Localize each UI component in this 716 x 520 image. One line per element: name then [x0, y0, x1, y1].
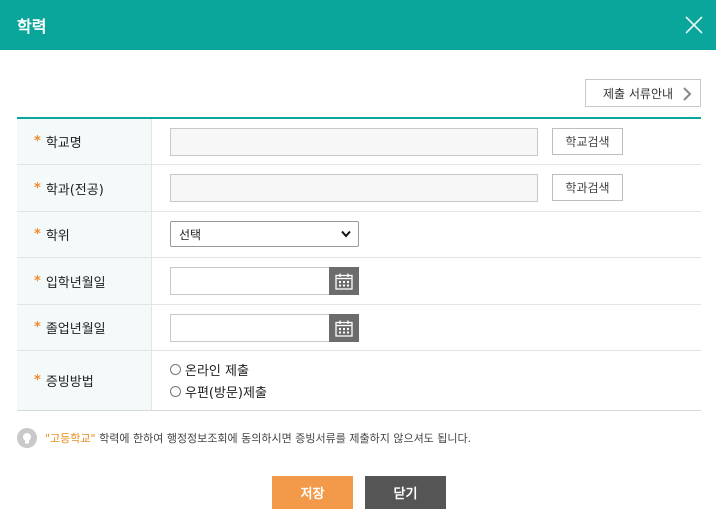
degree-label: * 학위: [17, 212, 152, 257]
row-degree: * 학위 선택: [17, 212, 701, 258]
row-proof-method: * 증빙방법 온라인 제출 우편(방문)제출: [17, 351, 701, 410]
document-guide-label: 제출 서류안내: [603, 86, 674, 101]
calendar-icon: [335, 320, 353, 337]
required-mark: *: [34, 320, 41, 335]
row-major: * 학과(전공) 학과검색: [17, 165, 701, 212]
admission-date-label: * 입학년월일: [17, 258, 152, 304]
radio-mail-submit[interactable]: 우편(방문)제출: [170, 382, 267, 401]
document-guide-button[interactable]: 제출 서류안내: [585, 79, 701, 107]
degree-select[interactable]: 선택: [170, 221, 359, 247]
proof-method-label: * 증빙방법: [17, 351, 152, 410]
admission-calendar-button[interactable]: [329, 267, 359, 295]
major-input[interactable]: [170, 174, 538, 202]
required-mark: *: [34, 373, 41, 388]
required-mark: *: [34, 227, 41, 242]
row-school-name: * 학교명 학교검색: [17, 119, 701, 165]
radio-label: 우편(방문)제출: [185, 386, 267, 401]
radio-label: 온라인 제출: [185, 364, 249, 379]
required-mark: *: [34, 134, 41, 149]
major-search-button[interactable]: 학과검색: [552, 174, 623, 201]
row-graduation-date: * 졸업년월일: [17, 305, 701, 351]
chevron-right-icon: [683, 87, 692, 101]
degree-selected-value: 선택: [179, 227, 202, 242]
radio-circle: [170, 364, 181, 375]
notice-text: 학력에 한하여 행정정보조회에 동의하시면 증빙서류를 제출하지 않으셔도 됩니…: [95, 432, 472, 445]
required-mark: *: [34, 273, 41, 289]
row-admission-date: * 입학년월일: [17, 258, 701, 305]
school-name-label: * 학교명: [17, 119, 152, 164]
close-button[interactable]: 닫기: [365, 476, 446, 509]
school-search-button[interactable]: 학교검색: [552, 128, 623, 155]
dialog-header: 학력: [0, 0, 716, 50]
notice: "고등학교" 학력에 한하여 행정정보조회에 동의하시면 증빙서류를 제출하지 …: [17, 428, 471, 448]
dialog-title: 학력: [17, 17, 47, 36]
chevron-down-icon: [341, 230, 351, 238]
graduation-date-input[interactable]: [170, 314, 330, 342]
save-button[interactable]: 저장: [272, 476, 353, 509]
school-name-input[interactable]: [170, 128, 538, 156]
radio-online-submit[interactable]: 온라인 제출: [170, 360, 249, 379]
major-label: * 학과(전공): [17, 165, 152, 211]
graduation-date-label: * 졸업년월일: [17, 305, 152, 350]
required-mark: *: [34, 180, 41, 196]
radio-circle: [170, 386, 181, 397]
graduation-calendar-button[interactable]: [329, 314, 359, 342]
lightbulb-icon: [17, 428, 37, 448]
admission-date-input[interactable]: [170, 267, 330, 295]
close-icon[interactable]: [684, 15, 704, 35]
education-form: *학교명 학교검색 *학과(전공) 학과검색 *학위 선택 *입학년월일: [17, 117, 701, 411]
calendar-icon: [335, 273, 353, 290]
notice-highlight: "고등학교": [45, 432, 96, 445]
